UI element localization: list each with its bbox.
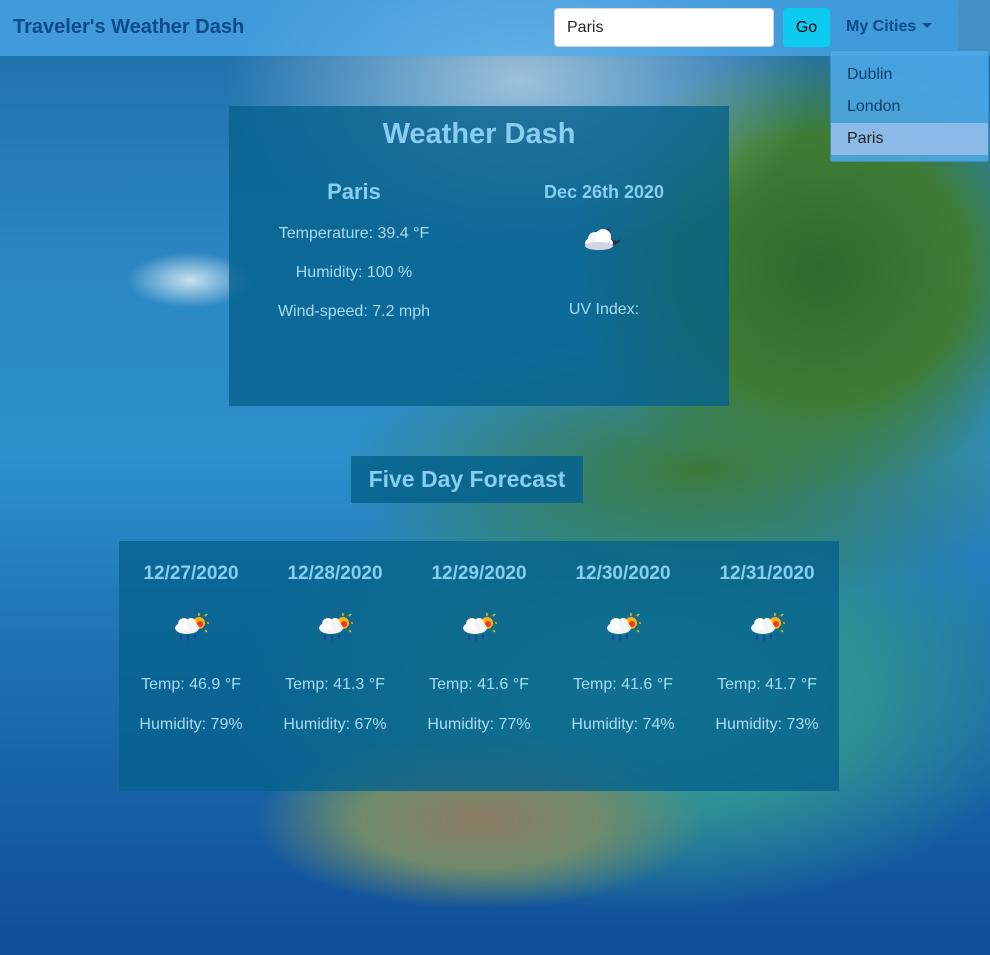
rain-sun-icon xyxy=(607,613,641,641)
current-weather-panel: Weather Dash Paris Temperature: 39.4 °F … xyxy=(229,106,729,406)
forecast-humidity: Humidity: 73% xyxy=(715,716,819,733)
forecast-date: 12/30/2020 xyxy=(575,563,671,584)
forecast-date: 12/27/2020 xyxy=(143,563,239,584)
current-date-block: Dec 26th 2020 UV Index: xyxy=(504,182,704,319)
navbar-edge xyxy=(958,0,990,56)
forecast-panel: 12/27/2020 Temp: 46.9 °F Humidity: 79% 1… xyxy=(119,541,839,791)
uv-index-text: UV Index: xyxy=(568,301,640,318)
panel-title: Weather Dash xyxy=(382,118,576,150)
my-cities-dropdown-toggle[interactable]: My Cities xyxy=(846,18,933,36)
current-date: Dec 26th 2020 xyxy=(543,182,665,202)
forecast-humidity: Humidity: 79% xyxy=(139,716,243,733)
forecast-temp: Temp: 41.7 °F xyxy=(717,676,817,693)
forecast-temp: Temp: 41.6 °F xyxy=(429,676,529,693)
forecast-humidity: Humidity: 74% xyxy=(571,716,675,733)
caret-down-icon xyxy=(922,23,933,28)
go-button[interactable]: Go xyxy=(783,8,830,47)
wind-speed-text: Wind-speed: 7.2 mph xyxy=(277,303,431,320)
forecast-humidity: Humidity: 67% xyxy=(283,716,387,733)
forecast-date: 12/31/2020 xyxy=(719,563,815,584)
city-name: Paris xyxy=(327,179,381,204)
forecast-temp: Temp: 41.3 °F xyxy=(285,676,385,693)
city-item-paris[interactable]: Paris xyxy=(831,123,988,155)
my-cities-menu: Dublin London Paris xyxy=(830,50,989,162)
forecast-date: 12/29/2020 xyxy=(431,563,527,584)
city-item-dublin[interactable]: Dublin xyxy=(831,59,988,91)
rain-sun-icon xyxy=(175,613,209,641)
rain-sun-icon xyxy=(751,613,785,641)
forecast-temp: Temp: 46.9 °F xyxy=(141,676,241,693)
forecast-humidity: Humidity: 77% xyxy=(427,716,531,733)
current-details: Paris Temperature: 39.4 °F Humidity: 100… xyxy=(254,179,454,321)
rain-sun-icon xyxy=(319,613,353,641)
my-cities-label: My Cities xyxy=(846,18,917,35)
forecast-temp: Temp: 41.6 °F xyxy=(573,676,673,693)
temperature-text: Temperature: 39.4 °F xyxy=(278,225,430,242)
cloudy-night-icon xyxy=(504,203,704,261)
forecast-title: Five Day Forecast xyxy=(351,456,583,503)
forecast-date: 12/28/2020 xyxy=(287,563,383,584)
brand-title[interactable]: Traveler's Weather Dash xyxy=(13,16,244,39)
humidity-text: Humidity: 100 % xyxy=(295,264,413,281)
rain-sun-icon xyxy=(463,613,497,641)
navbar: Traveler's Weather Dash Go My Cities xyxy=(0,0,990,56)
city-search-input[interactable] xyxy=(554,8,774,47)
city-item-london[interactable]: London xyxy=(831,91,988,123)
